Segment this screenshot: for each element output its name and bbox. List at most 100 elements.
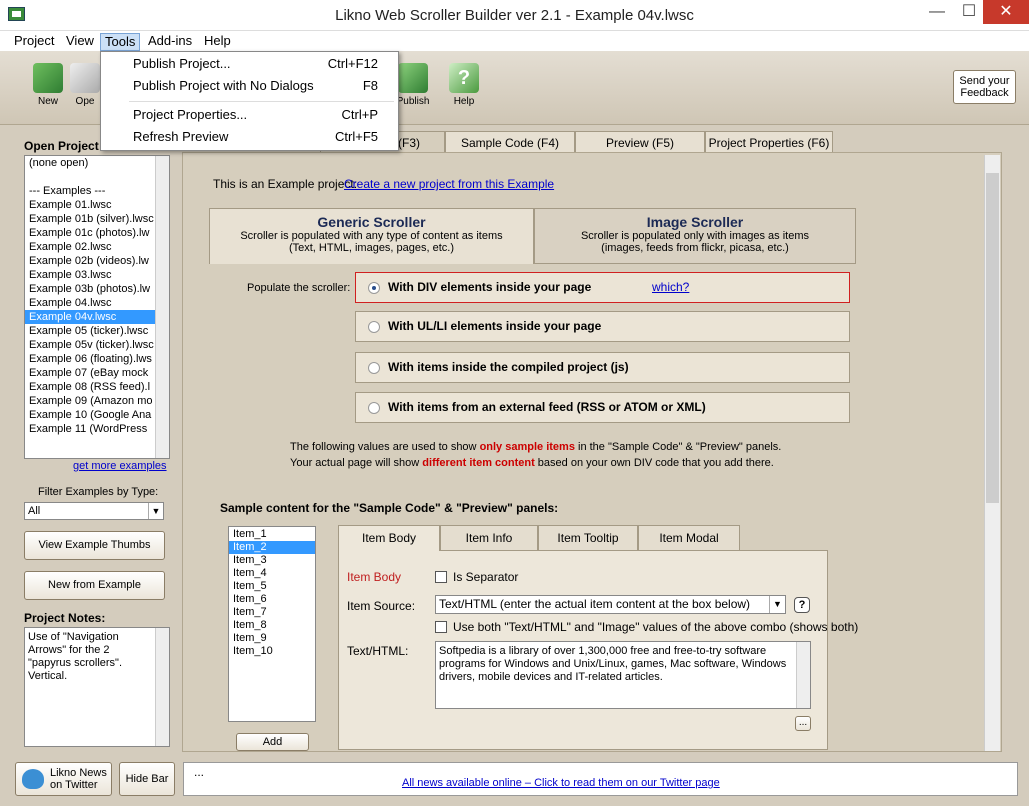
menu-tools[interactable]: Tools (100, 33, 141, 51)
list-item[interactable]: Item_2 (229, 541, 315, 554)
add-item-button[interactable]: Add (236, 733, 309, 751)
list-item[interactable]: Example 03b (photos).lw (25, 282, 156, 296)
close-button[interactable]: ✕ (983, 0, 1029, 24)
create-from-example-link[interactable]: Create a new project from this Example (344, 177, 554, 191)
tab-sample-code[interactable]: Sample Code (F4) (445, 131, 575, 153)
list-item[interactable]: Example 06 (floating).lws (25, 352, 156, 366)
open-button[interactable]: Ope (70, 63, 100, 107)
list-item[interactable]: Example 04.lwsc (25, 296, 156, 310)
publish-icon (398, 63, 428, 93)
option-compiled[interactable]: With items inside the compiled project (… (355, 352, 850, 383)
subtab-item-body[interactable]: Item Body (338, 525, 440, 551)
main-scrollbar[interactable] (984, 155, 1000, 751)
menu-project[interactable]: Project (10, 33, 58, 51)
list-item[interactable]: Example 11 (WordPress (25, 422, 156, 436)
list-item[interactable]: Item_1 (229, 528, 315, 541)
list-item[interactable] (25, 170, 156, 184)
menu-item-shortcut: Ctrl+F5 (335, 129, 378, 144)
news-link[interactable]: All news available online – Click to rea… (402, 777, 720, 789)
texthtml-scrollbar[interactable] (796, 642, 810, 708)
menu-bar: Project View Tools Add-ins Help (0, 31, 1029, 51)
help-button[interactable]: ? Help (442, 63, 486, 107)
list-item[interactable]: Item_5 (229, 580, 315, 593)
new-button[interactable]: New (26, 63, 70, 107)
chevron-down-icon: ▼ (148, 503, 163, 519)
likno-news-button[interactable]: Likno News on Twitter (15, 762, 112, 796)
checkbox-icon (435, 571, 447, 583)
help-icon: ? (449, 63, 479, 93)
image-scroller-tab[interactable]: Image Scroller Scroller is populated onl… (534, 208, 856, 264)
menu-item-refresh-preview[interactable]: Refresh Preview Ctrl+F5 (101, 126, 398, 148)
subtab-item-info[interactable]: Item Info (440, 525, 538, 550)
project-notes-title: Project Notes: (24, 611, 106, 625)
list-item[interactable]: (none open) (25, 156, 156, 170)
menu-item-publish-project[interactable]: Publish Project... Ctrl+F12 (101, 53, 398, 75)
status-bar: Likno News on Twitter Hide Bar ... All n… (0, 760, 1029, 806)
help-icon[interactable]: ? (794, 597, 810, 613)
get-more-examples-link[interactable]: get more examples (73, 460, 167, 472)
list-item[interactable]: Example 01c (photos).lw (25, 226, 156, 240)
option-ul-li[interactable]: With UL/LI elements inside your page (355, 311, 850, 342)
option-div-elements[interactable]: With DIV elements inside your page which? (355, 272, 850, 303)
subtab-item-tooltip[interactable]: Item Tooltip (538, 525, 638, 550)
view-example-thumbs-button[interactable]: View Example Thumbs (24, 531, 165, 560)
menu-help[interactable]: Help (200, 33, 235, 51)
open-label: Ope (75, 96, 95, 107)
note-text: Your actual page will show (290, 457, 423, 469)
which-link[interactable]: which? (652, 273, 689, 302)
list-item[interactable]: Example 03.lwsc (25, 268, 156, 282)
generic-scroller-tab[interactable]: Generic Scroller Scroller is populated w… (209, 208, 534, 264)
help-label: Help (453, 96, 475, 107)
more-button[interactable]: ... (795, 716, 811, 731)
list-item[interactable]: Example 09 (Amazon mo (25, 394, 156, 408)
list-item[interactable]: Example 02.lwsc (25, 240, 156, 254)
subtab-item-modal[interactable]: Item Modal (638, 525, 740, 550)
option-external-feed[interactable]: With items from an external feed (RSS or… (355, 392, 850, 423)
list-item[interactable]: Item_7 (229, 606, 315, 619)
list-item[interactable]: Example 08 (RSS feed).l (25, 380, 156, 394)
tab-preview[interactable]: Preview (F5) (575, 131, 705, 153)
list-item[interactable]: Example 01b (silver).lwsc (25, 212, 156, 226)
texthtml-textarea[interactable]: Softpedia is a library of over 1,300,000… (435, 641, 811, 709)
list-item[interactable]: Item_3 (229, 554, 315, 567)
list-item[interactable]: Item_10 (229, 645, 315, 658)
menu-item-publish-no-dialogs[interactable]: Publish Project with No Dialogs F8 (101, 75, 398, 97)
hide-bar-button[interactable]: Hide Bar (119, 762, 175, 796)
project-list-scrollbar[interactable] (155, 156, 169, 458)
is-separator-checkbox[interactable]: Is Separator (435, 570, 518, 584)
list-item[interactable]: --- Examples --- (25, 184, 156, 198)
list-item[interactable]: Example 02b (videos).lw (25, 254, 156, 268)
menu-view[interactable]: View (62, 33, 98, 51)
new-from-example-button[interactable]: New from Example (24, 571, 165, 600)
menu-add-ins[interactable]: Add-ins (144, 33, 196, 51)
list-item[interactable]: Item_6 (229, 593, 315, 606)
use-both-checkbox[interactable]: Use both "Text/HTML" and "Image" values … (435, 620, 858, 634)
list-item[interactable]: Item_9 (229, 632, 315, 645)
list-item[interactable]: Example 01.lwsc (25, 198, 156, 212)
project-notes-text: Use of "Navigation Arrows" for the 2 "pa… (28, 631, 123, 682)
filter-select[interactable]: All ▼ (24, 502, 164, 520)
list-item[interactable]: Example 05v (ticker).lwsc (25, 338, 156, 352)
radio-icon (368, 362, 380, 374)
list-item[interactable]: Item_8 (229, 619, 315, 632)
list-item[interactable]: Example 10 (Google Ana (25, 408, 156, 422)
tab-project-properties[interactable]: Project Properties (F6) (705, 131, 833, 153)
send-feedback-button[interactable]: Send your Feedback (953, 70, 1016, 104)
list-item[interactable]: Item_4 (229, 567, 315, 580)
items-list[interactable]: Item_1 Item_2 Item_3 Item_4 Item_5 Item_6 Item… (228, 526, 316, 722)
scrollbar-thumb[interactable] (986, 173, 999, 503)
menu-item-shortcut: Ctrl+F12 (327, 56, 378, 71)
notes-scrollbar[interactable] (155, 628, 169, 746)
option-label: With items from an external feed (RSS or… (388, 400, 706, 414)
project-list[interactable]: (none open) --- Examples --- Example 01.lw… (24, 155, 170, 459)
item-source-select[interactable]: Text/HTML (enter the actual item content… (435, 595, 786, 614)
project-notes-textarea[interactable]: Use of "Navigation Arrows" for the 2 "pa… (24, 627, 170, 747)
option-label: With UL/LI elements inside your page (388, 319, 602, 333)
list-item[interactable]: Example 04v.lwsc (25, 310, 156, 324)
menu-item-project-properties[interactable]: Project Properties... Ctrl+P (101, 104, 398, 126)
list-item[interactable]: Example 07 (eBay mock (25, 366, 156, 380)
radio-selected-icon (368, 282, 380, 294)
image-scroller-desc: Scroller is populated only with images a… (580, 230, 810, 254)
menu-item-label: Refresh Preview (133, 129, 229, 144)
list-item[interactable]: Example 05 (ticker).lwsc (25, 324, 156, 338)
